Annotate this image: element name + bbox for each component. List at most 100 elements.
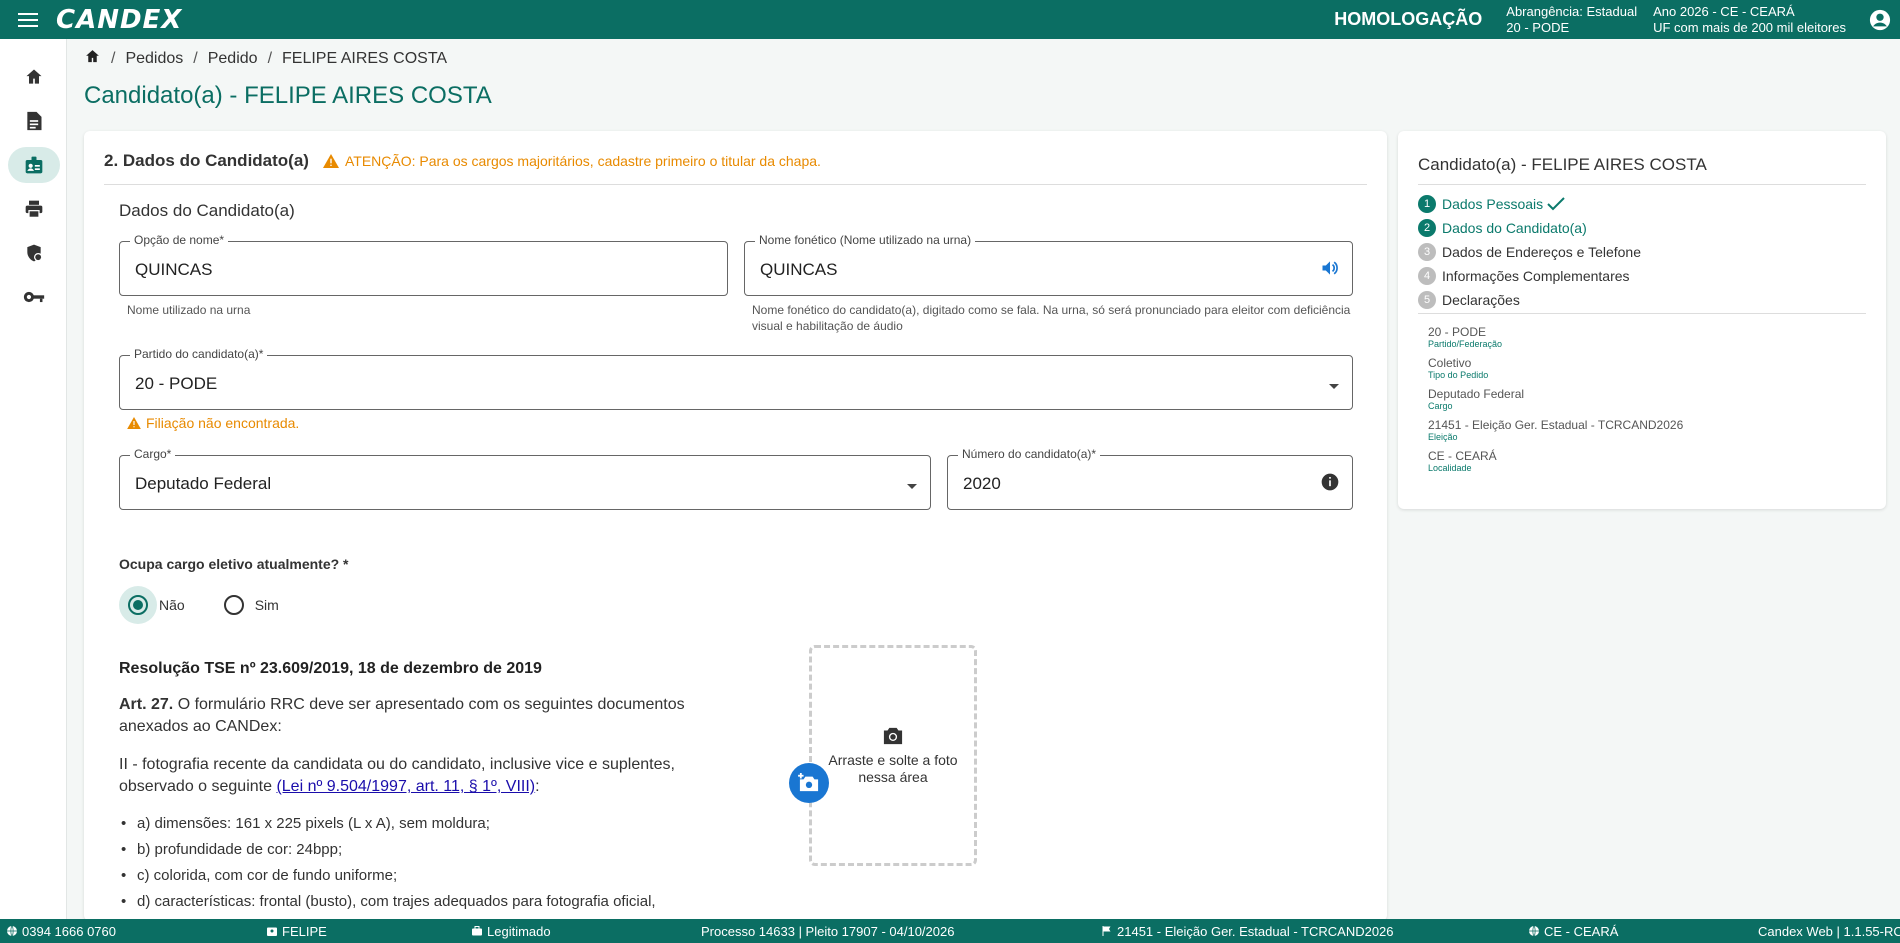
divider	[1418, 313, 1866, 314]
radio-no-label: Não	[159, 597, 185, 613]
summary-card: Candidato(a) - FELIPE AIRES COSTA 1 Dado…	[1398, 131, 1886, 509]
name-option-value: QUINCAS	[135, 260, 213, 279]
summary-item: Deputado Federal Cargo	[1428, 387, 1683, 411]
article-body: O formulário RRC deve ser apresentado co…	[119, 696, 685, 735]
phonetic-name-hint: Nome fonético do candidato(a), digitado …	[752, 303, 1351, 333]
resolution-title: Resolução TSE nº 23.609/2019, 18 de deze…	[119, 660, 542, 677]
radio-yes-label: Sim	[254, 597, 279, 613]
account-circle-icon[interactable]	[1860, 9, 1900, 31]
chevron-down-icon[interactable]	[1328, 378, 1340, 396]
breadcrumb-separator: /	[267, 50, 273, 67]
summary-label: Cargo	[1428, 401, 1453, 411]
document-icon[interactable]	[8, 103, 60, 139]
photo-requirements-list: a) dimensões: 161 x 225 pixels (L x A), …	[119, 811, 719, 915]
article-text: Art. 27. O formulário RRC deve ser apres…	[119, 694, 699, 738]
globe-icon	[1529, 925, 1539, 937]
step-informacoes-complementares[interactable]: 4 Informações Complementares	[1418, 264, 1641, 288]
section-title: 2. Dados do Candidato(a)	[104, 151, 309, 170]
printer-icon[interactable]	[8, 191, 60, 227]
section-warning-text: ATENÇÃO: Para os cargos majoritários, ca…	[344, 153, 821, 169]
status-version: Candex Web | 1.1.55-RC	[1758, 919, 1900, 943]
photo-dropzone[interactable]: Arraste e solte a foto nessa área	[809, 645, 977, 866]
breadcrumb-pedido[interactable]: Pedido	[208, 50, 258, 68]
app-logo[interactable]: CANDEX	[56, 5, 182, 35]
side-nav	[0, 39, 67, 919]
candidate-badge-icon[interactable]	[8, 147, 60, 183]
breadcrumb-pedidos[interactable]: Pedidos	[125, 50, 183, 68]
summary-list: 20 - PODE Partido/Federação Coletivo Tip…	[1428, 325, 1683, 480]
status-election: 21451 - Eleição Ger. Estadual - TCRCAND2…	[1101, 919, 1394, 943]
summary-item: 20 - PODE Partido/Federação	[1428, 325, 1683, 349]
elective-question: Ocupa cargo eletivo atualmente? *	[119, 556, 349, 572]
status-role: Legitimado	[471, 919, 551, 943]
status-role-text: Legitimado	[487, 923, 551, 939]
summary-value: Coletivo	[1428, 356, 1472, 370]
status-version-text: Candex Web | 1.1.55-RC	[1758, 923, 1900, 939]
phonetic-name-label: Nome fonético (Nome utilizado na urna)	[755, 233, 976, 247]
breadcrumb-separator: /	[111, 50, 116, 67]
item-ii-end: :	[535, 778, 540, 795]
candidate-form-card: 2. Dados do Candidato(a) ATENÇÃO: Para o…	[84, 131, 1387, 921]
page-title: Candidato(a) - FELIPE AIRES COSTA	[84, 82, 492, 109]
menu-icon[interactable]	[0, 0, 56, 39]
summary-value: 20 - PODE	[1428, 325, 1487, 339]
summary-value: 21451 - Eleição Ger. Estadual - TCRCAND2…	[1428, 418, 1684, 432]
breadcrumb-current: FELIPE AIRES COSTA	[282, 50, 448, 67]
party-select[interactable]: Partido do candidato(a)* 20 - PODE	[119, 347, 1353, 410]
key-icon[interactable]	[8, 279, 60, 315]
candidate-number-value: 2020	[963, 474, 1001, 493]
step-dados-candidato[interactable]: 2 Dados do Candidato(a)	[1418, 216, 1641, 240]
step-enderecos-telefone[interactable]: 3 Dados de Endereços e Telefone	[1418, 240, 1641, 264]
position-select[interactable]: Cargo* Deputado Federal	[119, 447, 931, 510]
candidate-number-field[interactable]: Número do candidato(a)* 2020	[947, 447, 1353, 510]
status-locality: CE - CEARÁ	[1528, 919, 1618, 943]
home-icon[interactable]	[84, 48, 101, 70]
home-icon[interactable]	[8, 59, 60, 95]
summary-label: Partido/Federação	[1428, 339, 1503, 349]
radio-yes[interactable]: Sim	[215, 586, 279, 624]
environment-label: HOMOLOGAÇÃO	[1334, 9, 1483, 29]
summary-label: Eleição	[1428, 432, 1458, 442]
status-user-text: FELIPE	[282, 923, 327, 939]
step-number: 2	[1418, 219, 1436, 237]
shield-user-icon[interactable]	[8, 235, 60, 271]
year-line-1: Ano 2026 - CE - CEARÁ	[1653, 3, 1795, 19]
status-phone-text: 0394 1666 0760	[22, 923, 116, 939]
list-item: a) dimensões: 161 x 225 pixels (L x A), …	[119, 811, 719, 837]
article-number: Art. 27.	[119, 696, 174, 713]
position-value: Deputado Federal	[135, 474, 272, 493]
id-badge-icon	[267, 927, 277, 936]
volume-icon[interactable]	[1320, 258, 1340, 283]
radio-no[interactable]: Não	[119, 586, 185, 624]
status-phone: 0394 1666 0760	[6, 919, 116, 943]
add-photo-button[interactable]	[789, 763, 829, 803]
section-warning: ATENÇÃO: Para os cargos majoritários, ca…	[322, 153, 821, 169]
dropzone-text: Arraste e solte a foto nessa área	[828, 751, 958, 785]
radio-unchecked-icon	[215, 586, 253, 624]
party-value: 20 - PODE	[135, 374, 218, 393]
step-dados-pessoais[interactable]: 1 Dados Pessoais	[1418, 192, 1641, 216]
name-option-field[interactable]: Opção de nome* QUINCAS	[119, 233, 728, 296]
warning-icon	[322, 154, 339, 168]
step-declaracoes[interactable]: 5 Declarações	[1418, 288, 1641, 312]
form-subtitle: Dados do Candidato(a)	[119, 201, 295, 220]
breadcrumb-separator: /	[193, 50, 198, 67]
step-number: 3	[1418, 243, 1436, 261]
section-header: 2. Dados do Candidato(a) ATENÇÃO: Para o…	[104, 151, 1367, 185]
candidate-number-label: Número do candidato(a)*	[958, 447, 1101, 461]
summary-title: Candidato(a) - FELIPE AIRES COSTA	[1418, 155, 1707, 174]
law-link[interactable]: (Lei nº 9.504/1997, art. 11, § 1º, VIII)	[276, 778, 535, 795]
scope-line-1: Abrangência: Estadual	[1506, 3, 1638, 19]
step-label: Dados do Candidato(a)	[1442, 220, 1587, 236]
name-option-label: Opção de nome*	[130, 233, 229, 247]
summary-item: 21451 - Eleição Ger. Estadual - TCRCAND2…	[1428, 418, 1683, 442]
check-icon	[1547, 197, 1565, 211]
summary-label: Localidade	[1428, 463, 1472, 473]
phonetic-name-field[interactable]: Nome fonético (Nome utilizado na urna) Q…	[744, 233, 1353, 296]
chevron-down-icon[interactable]	[906, 478, 918, 496]
summary-value: Deputado Federal	[1428, 387, 1525, 401]
globe-icon	[7, 925, 17, 937]
step-number: 4	[1418, 267, 1436, 285]
status-bar: 0394 1666 0760 FELIPE Legitimado Process…	[0, 919, 1900, 943]
info-icon[interactable]	[1320, 472, 1340, 497]
